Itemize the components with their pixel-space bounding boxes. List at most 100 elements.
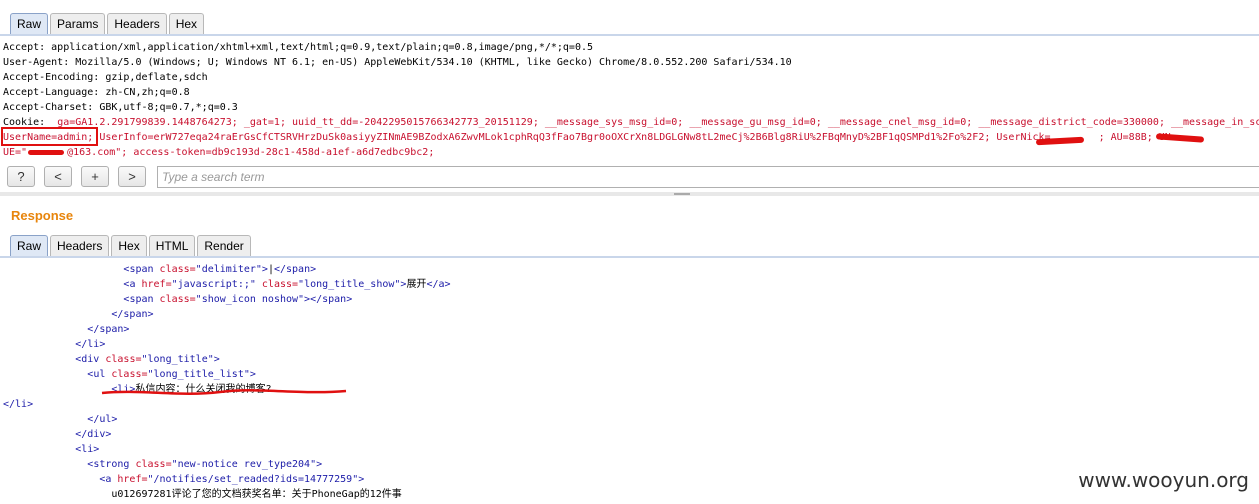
add-button[interactable]: +: [81, 166, 109, 187]
request-header-line: Accept-Charset: GBK,utf-8;q=0.7,*;q=0.3: [3, 102, 238, 113]
request-tab-raw[interactable]: Raw: [10, 13, 49, 34]
code-token: <ul: [87, 369, 112, 380]
splitter-grip-icon[interactable]: [674, 193, 690, 195]
response-code-line: </ul>: [0, 412, 1259, 427]
code-token: </span>: [111, 309, 154, 320]
code-token: <span: [123, 294, 160, 305]
request-header-line: User-Agent: Mozilla/5.0 (Windows; U; Win…: [3, 57, 792, 68]
code-token: </div>: [75, 429, 112, 440]
request-tab-underline: [0, 34, 1259, 36]
code-token: "long_title_show": [298, 279, 401, 290]
response-tab-hex[interactable]: Hex: [111, 235, 147, 256]
next-button[interactable]: >: [118, 166, 146, 187]
code-token: </span>: [273, 264, 317, 275]
request-tab-params[interactable]: Params: [50, 13, 106, 34]
response-code-line: </li>: [0, 337, 1259, 352]
watermark: www.wooyun.org: [1078, 468, 1249, 492]
response-tab-html[interactable]: HTML: [148, 235, 196, 256]
request-tabs: Raw Params Headers Hex: [10, 13, 206, 34]
cookie-line: Cookie: _ga=GA1.2.291799839.1448764273; …: [0, 115, 1259, 130]
response-tab-headers[interactable]: Headers: [50, 235, 110, 256]
code-token: </li>: [75, 339, 106, 350]
response-code-line: </span>: [0, 307, 1259, 322]
cookie-line: UE=" @163.com"; access-token=db9c193d-28c…: [0, 145, 1259, 160]
pane-splitter[interactable]: [0, 192, 1259, 196]
code-token: </span>: [87, 324, 130, 335]
email-cookie-start: UE=": [3, 147, 28, 158]
request-tab-hex[interactable]: Hex: [168, 13, 205, 34]
response-tab-raw[interactable]: Raw: [10, 235, 49, 256]
response-code-line: <span class="show_icon noshow"></span>: [0, 292, 1259, 307]
code-token: "long_title": [141, 354, 214, 365]
code-token: >: [249, 369, 256, 380]
code-token: class=: [255, 279, 299, 290]
code-token: >: [358, 474, 365, 485]
response-code-line: <span class="delimiter">|</span>: [0, 262, 1259, 277]
previous-button[interactable]: <: [44, 166, 72, 187]
response-tab-render[interactable]: Render: [197, 235, 251, 256]
underline-annotation: [101, 389, 347, 395]
response-code-line: <a href="/notifies/set_readed?ids=147772…: [0, 472, 1259, 487]
code-token: href=: [117, 474, 148, 485]
userinfo-cookie: UserInfo=erW727eqa24raErGsCfCTSRVHrzDuSk…: [93, 132, 1051, 143]
response-code-line: u012697281评论了您的文档获奖名单：关于PhoneGap的12件事: [0, 487, 1259, 502]
request-search-toolbar: ? < + > Type a search term: [0, 163, 1259, 191]
code-token: class=: [105, 354, 142, 365]
response-code-line: <strong class="new-notice rev_type204">: [0, 457, 1259, 472]
response-code-line: </span>: [0, 322, 1259, 337]
request-header-line: Accept-Encoding: gzip,deflate,sdch: [3, 72, 208, 83]
code-token: <a: [123, 279, 142, 290]
access-token-cookie: @163.com"; access-token=db9c193d-28c1-45…: [67, 147, 435, 158]
code-token: "show_icon noshow": [195, 294, 305, 305]
code-token: <div: [75, 354, 106, 365]
response-code-line: <ul class="long_title_list">: [0, 367, 1259, 382]
response-title: Response: [11, 208, 74, 223]
code-token: 展开: [406, 279, 427, 290]
response-code-line: <li>: [0, 442, 1259, 457]
request-editor[interactable]: Accept: application/xml,application/xhtm…: [0, 40, 1259, 164]
code-token: <a: [99, 474, 118, 485]
highlight-box: [1, 127, 98, 146]
code-token: "javascript:;": [171, 279, 256, 290]
code-token: <li>: [75, 444, 100, 455]
code-token: >: [213, 354, 220, 365]
response-tab-underline: [0, 256, 1259, 258]
code-token: class=: [159, 264, 196, 275]
search-input[interactable]: Type a search term: [157, 166, 1259, 188]
response-editor[interactable]: <span class="delimiter">|</span> <a href…: [0, 262, 1259, 504]
redaction-scribble: [28, 150, 64, 155]
code-token: "new-notice rev_type204": [171, 459, 317, 470]
request-tab-headers[interactable]: Headers: [107, 13, 167, 34]
code-token: u012697281评论了您的文档获奖名单：关于PhoneGap的12件事: [111, 489, 402, 500]
request-header-line: Accept: application/xml,application/xhtm…: [3, 42, 594, 53]
code-token: </a>: [426, 279, 451, 290]
code-token: </li>: [3, 399, 34, 410]
code-token: "/notifies/set_readed?ids=14777259": [147, 474, 359, 485]
code-token: <span: [123, 264, 160, 275]
code-token: class=: [111, 369, 148, 380]
code-token: >: [316, 459, 323, 470]
help-button[interactable]: ?: [7, 166, 35, 187]
code-token: ></span>: [304, 294, 353, 305]
code-token: href=: [141, 279, 172, 290]
code-token: class=: [159, 294, 196, 305]
response-code-line: </div>: [0, 427, 1259, 442]
code-token: <strong: [87, 459, 136, 470]
request-header-line: Accept-Language: zh-CN,zh;q=0.8: [3, 87, 190, 98]
code-token: </ul>: [87, 414, 118, 425]
code-token: "delimiter": [195, 264, 262, 275]
